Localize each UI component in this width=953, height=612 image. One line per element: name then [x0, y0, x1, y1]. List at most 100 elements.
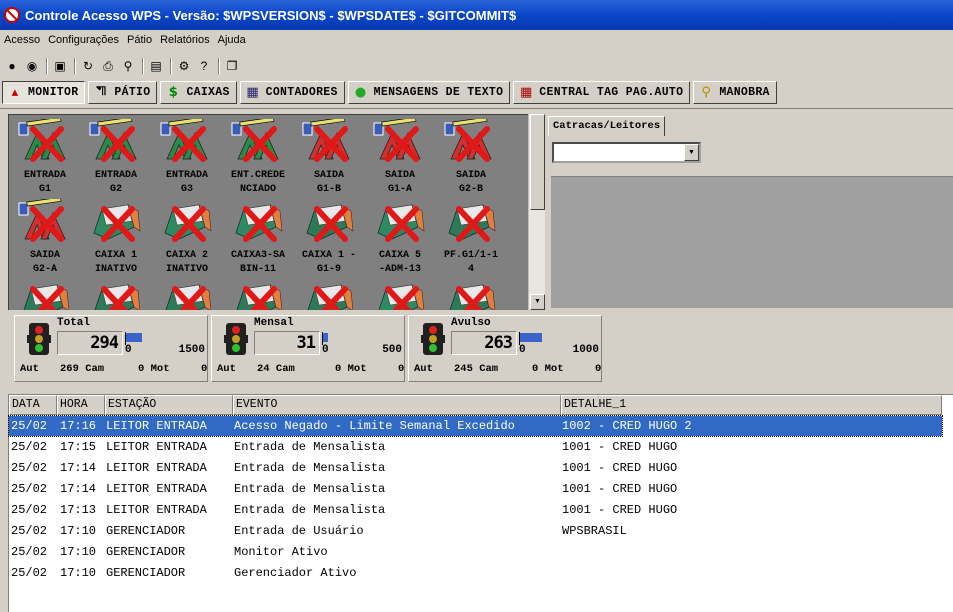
- counter-gauge-fill: [126, 333, 143, 342]
- device-13[interactable]: CAIXA 5 -ADM-13: [366, 195, 432, 275]
- tab-patio[interactable]: ⛠ PÁTIO: [88, 81, 158, 104]
- device-18[interactable]: [224, 275, 290, 310]
- tab-manobra[interactable]: ⚲ MANOBRA: [693, 81, 777, 104]
- tag-icon: ▦: [520, 85, 533, 100]
- menu-acesso[interactable]: Acesso: [4, 34, 40, 52]
- cell-estacao: LEITOR ENTRADA: [106, 419, 207, 433]
- gate-offline-icon: [18, 119, 66, 162]
- device-11[interactable]: CAIXA3-SA BIN-11: [224, 195, 290, 275]
- document-icon[interactable]: ▤: [148, 58, 164, 74]
- menu-relatorios[interactable]: Relatórios: [160, 34, 210, 52]
- menu-configuracoes[interactable]: Configurações: [48, 34, 119, 52]
- device-6[interactable]: SAIDA G1-A: [366, 115, 432, 195]
- col-data[interactable]: DATA: [9, 395, 57, 415]
- print-icon[interactable]: ⎙: [100, 58, 116, 74]
- device-label-line1: SAIDA: [313, 170, 344, 181]
- tab-mensagens[interactable]: ● MENSAGENS DE TEXTO: [347, 81, 511, 104]
- lock-icon[interactable]: ◉: [24, 58, 40, 74]
- device-3[interactable]: ENTRADA G3: [153, 115, 219, 195]
- device-4[interactable]: ENT.CREDE NCIADO: [224, 115, 290, 195]
- device-10[interactable]: CAIXA 2 INATIVO: [153, 195, 219, 275]
- monitor-icon[interactable]: ▣: [52, 58, 68, 74]
- device-label-line1: ENT.CREDE: [230, 170, 285, 181]
- counter-cam: 24 Cam: [257, 363, 295, 375]
- table-row[interactable]: 25/02 17:10 GERENCIADOR Entrada de Usuário W…: [9, 521, 942, 541]
- device-15[interactable]: [11, 275, 77, 310]
- menu-ajuda[interactable]: Ajuda: [218, 34, 246, 52]
- counter-min: 0: [322, 344, 329, 356]
- table-row[interactable]: 25/02 17:14 LEITOR ENTRADA Entrada de Mensa…: [9, 458, 942, 478]
- device-1[interactable]: ENTRADA G1: [11, 115, 77, 195]
- cell-evento: Entrada de Mensalista: [234, 503, 386, 517]
- counter-gauge-fill: [323, 333, 329, 342]
- device-label-line1: SAIDA: [384, 170, 415, 181]
- scroll-thumb[interactable]: [530, 114, 545, 210]
- tab-label: CENTRAL TAG PAG.AUTO: [539, 86, 684, 99]
- device-label-line1: SAIDA: [455, 170, 486, 181]
- help-icon[interactable]: ?: [196, 58, 212, 74]
- chevron-down-icon[interactable]: ▼: [684, 144, 699, 161]
- counter-mot: 0 Mot: [335, 363, 367, 375]
- cashier-offline-icon: [307, 284, 354, 310]
- tab-central-tag[interactable]: ▦ CENTRAL TAG PAG.AUTO: [513, 81, 691, 104]
- col-hora[interactable]: HORA: [57, 395, 105, 415]
- tools-icon[interactable]: ⚙: [176, 58, 192, 74]
- traffic-light-icon: [27, 323, 51, 355]
- device-label-line1: CAIXA 5: [378, 250, 421, 261]
- device-16[interactable]: [82, 275, 148, 310]
- refresh-icon[interactable]: ↻: [80, 58, 96, 74]
- tab-label: PÁTIO: [114, 86, 151, 99]
- device-14[interactable]: PF.G1/1-1 4: [437, 195, 503, 275]
- device-7[interactable]: SAIDA G2-B: [437, 115, 503, 195]
- cell-detalhe: 1001 - CRED HUGO: [562, 503, 678, 517]
- device-label: SAIDA G2-B: [433, 169, 509, 197]
- device-12[interactable]: CAIXA 1 - G1-9: [295, 195, 361, 275]
- table-row[interactable]: 25/02 17:10 GERENCIADOR Gerenciador Ativo: [9, 563, 942, 583]
- device-2[interactable]: ENTRADA G2: [82, 115, 148, 195]
- cell-data: 25/02: [11, 503, 48, 517]
- tab-contadores[interactable]: ▦ CONTADORES: [239, 81, 345, 104]
- counter-max: 1000: [572, 344, 599, 356]
- reader-select[interactable]: ▼: [552, 142, 701, 163]
- table-row[interactable]: 25/02 17:14 LEITOR ENTRADA Entrada de Mensa…: [9, 479, 942, 499]
- device-label-line1: ENTRADA: [23, 170, 66, 181]
- device-scrollbar[interactable]: ▼: [528, 114, 545, 310]
- copy-icon[interactable]: ❐: [224, 58, 240, 74]
- device-21[interactable]: [437, 275, 503, 310]
- tab-catracas-leitores[interactable]: Catracas/Leitores: [548, 116, 666, 136]
- device-label: ENTRADA G1: [9, 169, 83, 197]
- table-row[interactable]: 25/02 17:15 LEITOR ENTRADA Entrada de Mensa…: [9, 437, 942, 457]
- col-estacao[interactable]: ESTAÇÃO: [105, 395, 233, 415]
- cell-data: 25/02: [11, 524, 48, 538]
- main-tabs: ▴ MONITOR ⛠ PÁTIO $ CAIXAS ▦ CONTADORES ● MEN…: [0, 81, 780, 105]
- users-icon[interactable]: ●: [4, 58, 20, 74]
- cell-detalhe: 1001 - CRED HUGO: [562, 440, 678, 454]
- counter-title: Avulso: [451, 317, 491, 329]
- col-detalhe[interactable]: DETALHE_1: [561, 395, 942, 415]
- table-row[interactable]: 25/02 17:13 LEITOR ENTRADA Entrada de Mensa…: [9, 500, 942, 520]
- device-19[interactable]: [295, 275, 361, 310]
- cell-evento: Entrada de Mensalista: [234, 440, 386, 454]
- cell-estacao: GERENCIADOR: [106, 566, 186, 580]
- counter-extra: 0: [201, 363, 208, 375]
- scroll-down-icon[interactable]: ▼: [530, 294, 545, 310]
- device-17[interactable]: [153, 275, 219, 310]
- table-row[interactable]: 25/02 17:16 LEITOR ENTRADA Acesso Negado - …: [8, 415, 943, 437]
- device-5[interactable]: SAIDA G1-B: [295, 115, 361, 195]
- tab-caixas[interactable]: $ CAIXAS: [160, 81, 237, 104]
- cell-evento: Monitor Ativo: [234, 545, 328, 559]
- device-20[interactable]: [366, 275, 432, 310]
- cashier-offline-icon: [378, 284, 425, 310]
- sitemap-icon: ▴: [11, 85, 19, 100]
- col-evento[interactable]: EVENTO: [233, 395, 561, 415]
- device-9[interactable]: CAIXA 1 INATIVO: [82, 195, 148, 275]
- counter-gauge-fill: [520, 333, 542, 342]
- search-icon[interactable]: ⚲: [120, 58, 136, 74]
- gate-offline-icon: [160, 119, 208, 162]
- device-8[interactable]: SAIDA G2-A: [11, 195, 77, 275]
- tab-monitor[interactable]: ▴ MONITOR: [2, 81, 86, 104]
- table-row[interactable]: 25/02 17:10 GERENCIADOR Monitor Ativo: [9, 542, 942, 562]
- cell-hora: 17:15: [60, 440, 97, 454]
- event-log: DATA HORA ESTAÇÃO EVENTO DETALHE_1 25/02…: [8, 394, 953, 612]
- menu-patio[interactable]: Pátio: [127, 34, 152, 52]
